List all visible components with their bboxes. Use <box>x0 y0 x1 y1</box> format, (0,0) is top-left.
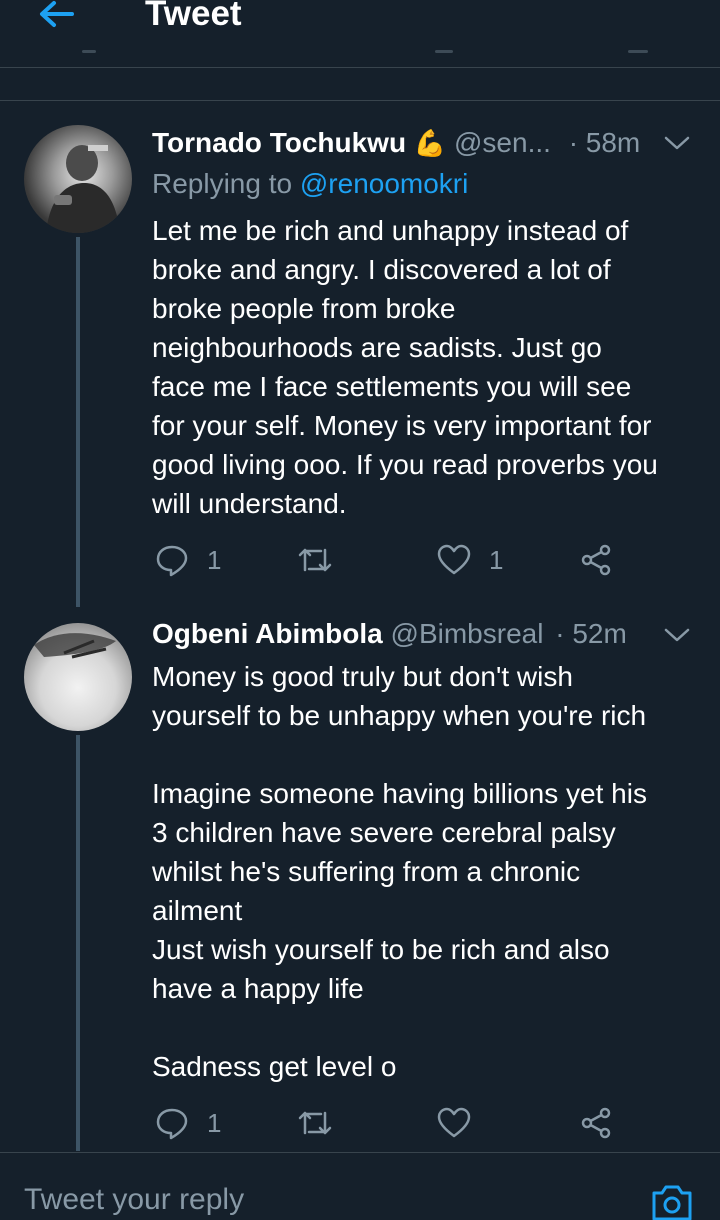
like-button[interactable]: 1 <box>437 540 503 580</box>
reply-icon <box>156 545 188 577</box>
replying-to: Replying to @renoomokri <box>152 168 468 200</box>
tweet-menu-button[interactable] <box>664 627 690 648</box>
tweet-actions: 1 <box>155 1103 635 1143</box>
share-button[interactable] <box>579 540 613 580</box>
tweet-actions: 1 1 <box>155 540 635 580</box>
tweet-thread-screen: Tweet Tornado Tochukwu 💪 @sen... · 58m R… <box>0 0 720 1220</box>
retweet-button[interactable] <box>297 540 333 580</box>
chevron-down-icon <box>664 136 690 150</box>
avatar-photo <box>46 145 120 233</box>
page-title: Tweet <box>145 0 242 33</box>
reply-icon <box>156 1108 188 1140</box>
retweet-icon <box>298 1111 332 1135</box>
tweet-menu-button[interactable] <box>664 135 690 156</box>
clipped-previous-tweet <box>0 50 720 64</box>
thread-line <box>76 237 80 607</box>
timestamp[interactable]: · 58m <box>569 127 641 158</box>
author-name[interactable]: Ogbeni Abimbola <box>152 618 383 649</box>
avatar[interactable] <box>24 623 132 731</box>
header-divider <box>0 67 720 68</box>
replying-to-label: Replying to <box>152 168 300 199</box>
reply-count: 1 <box>207 1107 222 1138</box>
heart-icon <box>437 1107 471 1138</box>
divider <box>0 100 720 101</box>
reply-input[interactable] <box>24 1183 584 1217</box>
flexed-biceps-icon: 💪 <box>413 128 447 158</box>
thread-line <box>76 735 80 1151</box>
camera-icon <box>652 1185 692 1220</box>
back-button[interactable] <box>32 0 80 32</box>
reply-button[interactable]: 1 <box>155 1103 221 1143</box>
heart-icon <box>437 544 471 575</box>
tweet-text: Money is good truly but don't wish yours… <box>152 661 647 1082</box>
reply-button[interactable]: 1 <box>155 540 221 580</box>
tweet[interactable]: Tornado Tochukwu 💪 @sen... · 58m Replyin… <box>0 125 720 607</box>
avatar[interactable] <box>24 125 132 233</box>
chevron-down-icon <box>664 628 690 642</box>
retweet-icon <box>298 548 332 572</box>
arrow-left-icon <box>40 1 74 27</box>
author-handle[interactable]: @Bimbsreal <box>391 618 544 649</box>
tweet-header: Ogbeni Abimbola @Bimbsreal · 52m <box>152 618 627 658</box>
author-handle[interactable]: @sen... <box>454 127 551 158</box>
share-button[interactable] <box>579 1103 613 1143</box>
camera-button[interactable] <box>650 1181 694 1220</box>
like-button[interactable] <box>437 1103 471 1143</box>
retweet-button[interactable] <box>297 1103 333 1143</box>
tweet-header: Tornado Tochukwu 💪 @sen... · 58m <box>152 127 640 167</box>
timestamp[interactable]: · 52m <box>555 618 627 649</box>
share-icon <box>581 1107 611 1139</box>
tweet-text: Let me be rich and unhappy instead of br… <box>152 215 658 519</box>
like-count: 1 <box>489 544 504 575</box>
reply-count: 1 <box>207 544 222 575</box>
mention-link[interactable]: @renoomokri <box>300 168 468 199</box>
tweet[interactable]: Ogbeni Abimbola @Bimbsreal · 52m Money i… <box>0 618 720 1151</box>
reply-composer <box>0 1153 720 1220</box>
avatar-photo <box>34 633 116 659</box>
author-name[interactable]: Tornado Tochukwu <box>152 127 406 158</box>
share-icon <box>581 544 611 576</box>
